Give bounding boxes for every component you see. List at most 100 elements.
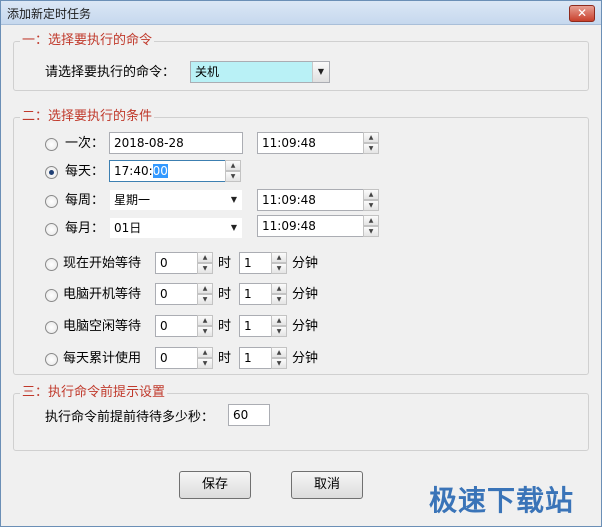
spin-down-icon[interactable]: ▼ [363, 226, 379, 237]
wait-idle-hour-unit: 时 [218, 319, 232, 334]
daily-label: 每天： [65, 164, 105, 179]
spin-down-icon[interactable]: ▼ [271, 326, 287, 337]
command-dropdown[interactable]: 关机 [190, 61, 330, 83]
watermark-logo: 极速下载站 [429, 484, 575, 517]
wait-idle-minutes-spinner[interactable]: ▲ ▼ [271, 315, 287, 337]
daily-usage-minute-unit: 分钟 [292, 351, 319, 366]
wait-now-hour-unit: 时 [218, 256, 232, 271]
wait-now-minute-unit: 分钟 [292, 256, 319, 271]
title-bar[interactable]: 添加新定时任务 ✕ [1, 1, 601, 25]
wait-now-hours-spinner[interactable]: ▲ ▼ [197, 252, 213, 274]
wait-boot-minutes-spinner[interactable]: ▲ ▼ [271, 283, 287, 305]
daily-time-selected: 00 [152, 164, 168, 178]
spin-down-icon[interactable]: ▼ [197, 326, 213, 337]
window-title: 添加新定时任务 [7, 7, 92, 21]
monthly-time-field[interactable]: 11:09:48 [257, 215, 379, 237]
daily-usage-label: 每天累计使用 [63, 351, 142, 366]
wait-idle-minutes-value: 1 [244, 319, 252, 333]
daily-usage-minutes-spinner[interactable]: ▲ ▼ [271, 347, 287, 369]
monthly-day-dropdown[interactable]: 01日 [109, 217, 243, 239]
weekly-time-value: 11:09:48 [262, 193, 316, 207]
spin-up-icon[interactable]: ▲ [271, 315, 287, 326]
once-date-value: 2018-08-28 [114, 136, 184, 150]
spin-down-icon[interactable]: ▼ [197, 358, 213, 369]
condition-group: 二：选择要执行的条件 [13, 109, 589, 375]
prompt-seconds-label: 执行命令前提前待待多少秒： [45, 410, 215, 425]
wait-now-hours-value: 0 [160, 256, 168, 270]
wait-boot-hours-value: 0 [160, 287, 168, 301]
command-label: 请选择要执行的命令： [45, 65, 176, 80]
weekly-label: 每周： [65, 193, 105, 208]
weekly-time-spinner[interactable]: ▲ ▼ [363, 189, 379, 211]
once-time-field[interactable]: 11:09:48 [257, 132, 379, 154]
once-date-field[interactable]: 2018-08-28 [109, 132, 243, 154]
spin-down-icon[interactable]: ▼ [271, 263, 287, 274]
spin-up-icon[interactable]: ▲ [363, 132, 379, 143]
spin-down-icon[interactable]: ▼ [225, 171, 241, 182]
dialog-window: 添加新定时任务 ✕ 一：选择要执行的命令 请选择要执行的命令： 关机 ▼ 二：选… [0, 0, 602, 527]
prompt-group-title: 三：执行命令前提示设置 [20, 385, 168, 401]
wait-idle-hours-value: 0 [160, 319, 168, 333]
wait-now-label: 现在开始等待 [63, 256, 142, 271]
daily-time-spinner[interactable]: ▲ ▼ [225, 160, 241, 182]
daily-usage-hours-value: 0 [160, 351, 168, 365]
spin-up-icon[interactable]: ▲ [197, 283, 213, 294]
spin-down-icon[interactable]: ▼ [363, 200, 379, 211]
weekly-day-dropdown[interactable]: 星期一 [109, 189, 243, 211]
daily-time-field[interactable]: 17:40:00 [109, 160, 241, 182]
spin-up-icon[interactable]: ▲ [225, 160, 241, 171]
spin-down-icon[interactable]: ▼ [271, 294, 287, 305]
daily-usage-hour-unit: 时 [218, 351, 232, 366]
radio-monthly[interactable] [45, 223, 58, 236]
command-dropdown-button[interactable]: ▼ [312, 62, 329, 82]
wait-now-minutes-value: 1 [244, 256, 252, 270]
wait-idle-hours-spinner[interactable]: ▲ ▼ [197, 315, 213, 337]
radio-wait-now[interactable] [45, 258, 58, 271]
save-button[interactable]: 保存 [179, 471, 251, 499]
wait-idle-minute-unit: 分钟 [292, 319, 319, 334]
spin-up-icon[interactable]: ▲ [363, 189, 379, 200]
wait-now-minutes-spinner[interactable]: ▲ ▼ [271, 252, 287, 274]
monthly-day-value: 01日 [114, 221, 142, 235]
wait-boot-minutes-value: 1 [244, 287, 252, 301]
cancel-button[interactable]: 取消 [291, 471, 363, 499]
prompt-seconds-field[interactable]: 60 [228, 404, 270, 426]
radio-wait-idle[interactable] [45, 321, 58, 334]
spin-up-icon[interactable]: ▲ [363, 215, 379, 226]
spin-up-icon[interactable]: ▲ [197, 315, 213, 326]
spin-down-icon[interactable]: ▼ [363, 143, 379, 154]
spin-up-icon[interactable]: ▲ [271, 252, 287, 263]
daily-usage-hours-spinner[interactable]: ▲ ▼ [197, 347, 213, 369]
monthly-label: 每月： [65, 221, 105, 236]
once-label: 一次： [65, 136, 105, 151]
radio-weekly[interactable] [45, 195, 58, 208]
spin-down-icon[interactable]: ▼ [197, 263, 213, 274]
once-time-spinner[interactable]: ▲ ▼ [363, 132, 379, 154]
daily-usage-minutes-value: 1 [244, 351, 252, 365]
close-button[interactable]: ✕ [569, 5, 595, 22]
spin-up-icon[interactable]: ▲ [271, 283, 287, 294]
spin-up-icon[interactable]: ▲ [197, 347, 213, 358]
wait-boot-hours-spinner[interactable]: ▲ ▼ [197, 283, 213, 305]
close-icon: ✕ [576, 6, 588, 20]
chevron-down-icon[interactable]: ▼ [226, 190, 242, 210]
chevron-down-icon: ▼ [317, 67, 325, 76]
spin-down-icon[interactable]: ▼ [197, 294, 213, 305]
spin-down-icon[interactable]: ▼ [271, 358, 287, 369]
spin-up-icon[interactable]: ▲ [197, 252, 213, 263]
radio-daily-usage[interactable] [45, 353, 58, 366]
radio-daily[interactable] [45, 166, 58, 179]
radio-wait-boot[interactable] [45, 289, 58, 302]
spin-up-icon[interactable]: ▲ [271, 347, 287, 358]
command-dropdown-value: 关机 [195, 65, 220, 79]
condition-group-title: 二：选择要执行的条件 [20, 109, 155, 125]
weekly-day-value: 星期一 [114, 193, 151, 207]
radio-once[interactable] [45, 138, 58, 151]
wait-boot-minute-unit: 分钟 [292, 287, 319, 302]
wait-boot-label: 电脑开机等待 [63, 287, 142, 302]
weekly-time-field[interactable]: 11:09:48 [257, 189, 379, 211]
chevron-down-icon[interactable]: ▼ [226, 218, 242, 238]
command-group-title: 一：选择要执行的命令 [20, 33, 155, 49]
monthly-time-spinner[interactable]: ▲ ▼ [363, 215, 379, 237]
wait-idle-label: 电脑空闲等待 [63, 319, 142, 334]
